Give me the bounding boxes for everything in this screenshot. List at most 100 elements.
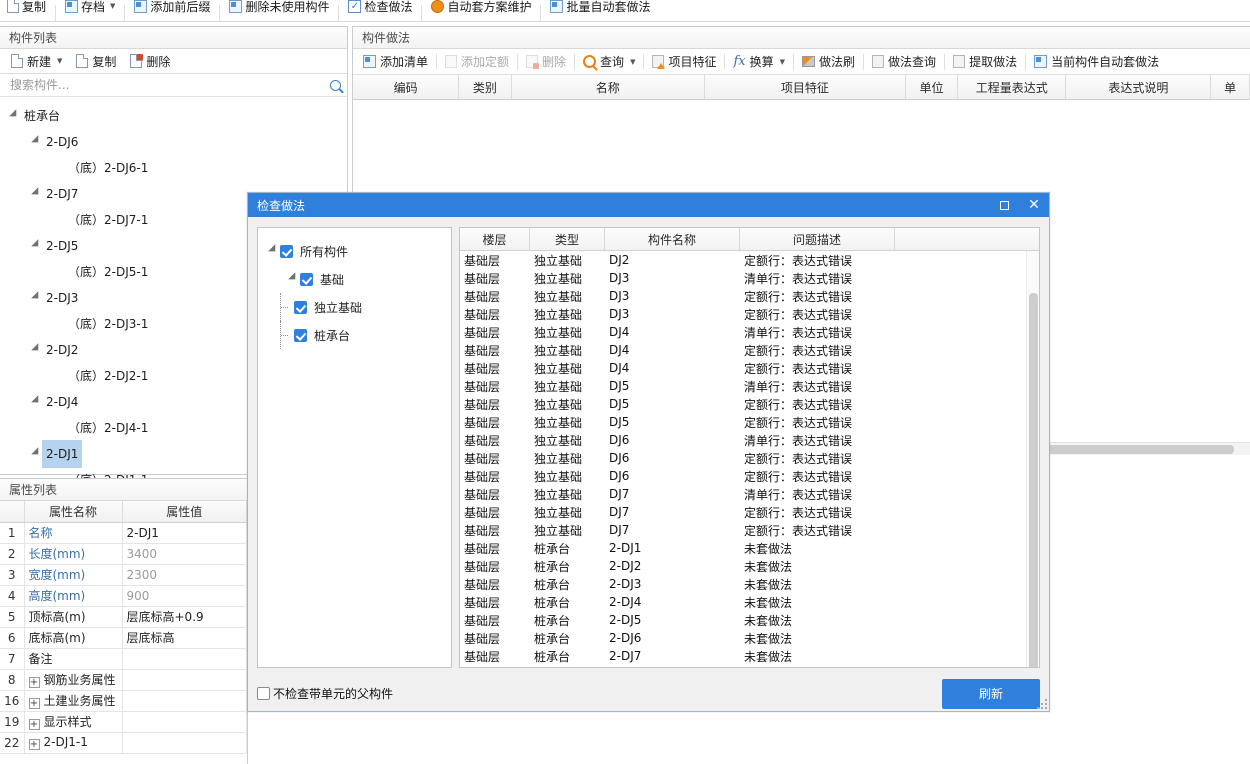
method-column-header[interactable]: 单: [1211, 75, 1250, 99]
property-row[interactable]: 8 + 钢筋业务属性: [0, 669, 247, 691]
method-toolbar-fx-convert-button[interactable]: fx 换算 ▼: [727, 50, 791, 73]
ribbon-button-4[interactable]: ✓ 检查做法: [341, 0, 419, 21]
issue-column-header[interactable]: 楼层: [460, 228, 530, 250]
property-row[interactable]: 1 名称 2-DJ1: [0, 522, 247, 544]
expand-arrow-icon[interactable]: [266, 244, 280, 256]
dialog-tree-item[interactable]: 桩承台: [258, 321, 451, 349]
table-row[interactable]: 基础层 桩承台 2-DJ3 未套做法: [460, 575, 1039, 593]
tree-checkbox[interactable]: [294, 328, 307, 342]
tree-item[interactable]: 桩承台: [0, 103, 347, 129]
chevron-down-icon[interactable]: ▼: [110, 2, 115, 10]
property-row[interactable]: 6 底标高(m) 层底标高: [0, 627, 247, 649]
expand-arrow-icon[interactable]: [8, 109, 20, 121]
dialog-tree-item[interactable]: 独立基础: [258, 293, 451, 321]
ribbon-button-0[interactable]: 复制: [0, 0, 53, 21]
search-icon[interactable]: [330, 79, 341, 91]
property-row[interactable]: 4 高度(mm) 900: [0, 585, 247, 607]
chevron-down-icon[interactable]: ▼: [780, 58, 785, 66]
table-row[interactable]: 基础层 独立基础 DJ5 定额行：表达式错误: [460, 395, 1039, 413]
property-row[interactable]: 5 顶标高(m) 层底标高+0.9: [0, 606, 247, 628]
resize-grip[interactable]: [1037, 699, 1047, 709]
issue-column-header[interactable]: 问题描述: [740, 228, 895, 250]
table-row[interactable]: 基础层 独立基础 DJ7 定额行：表达式错误: [460, 521, 1039, 539]
table-row[interactable]: 基础层 独立基础 DJ4 定额行：表达式错误: [460, 359, 1039, 377]
table-row[interactable]: 基础层 独立基础 DJ3 定额行：表达式错误: [460, 305, 1039, 323]
expand-arrow-icon[interactable]: [30, 239, 42, 251]
chevron-down-icon[interactable]: ▼: [57, 57, 62, 65]
expand-plus-icon[interactable]: +: [28, 739, 40, 750]
skip-parent-checkbox[interactable]: 不检查带单元的父构件: [257, 685, 393, 702]
method-toolbar-query-search-button[interactable]: 查询 ▼: [577, 50, 641, 73]
table-row[interactable]: 基础层 独立基础 DJ3 清单行：表达式错误: [460, 269, 1039, 287]
property-value[interactable]: [122, 711, 247, 733]
table-row[interactable]: 基础层 独立基础 DJ5 定额行：表达式错误: [460, 413, 1039, 431]
table-row[interactable]: 基础层 桩承台 2-DJ7 未套做法: [460, 647, 1039, 665]
table-row[interactable]: 基础层 独立基础 DJ6 定额行：表达式错误: [460, 467, 1039, 485]
method-toolbar-auto-apply-method-button[interactable]: 当前构件自动套做法: [1028, 50, 1165, 73]
table-row[interactable]: 基础层 独立基础 DJ7 清单行：表达式错误: [460, 485, 1039, 503]
expand-arrow-icon[interactable]: [286, 272, 300, 284]
property-value[interactable]: [122, 648, 247, 670]
table-row[interactable]: 基础层 桩承台 2-DJ4 未套做法: [460, 593, 1039, 611]
property-value[interactable]: 2-DJ1: [122, 522, 247, 544]
tree-checkbox[interactable]: [280, 244, 293, 258]
table-row[interactable]: 基础层 独立基础 DJ4 清单行：表达式错误: [460, 323, 1039, 341]
expand-arrow-icon[interactable]: [30, 291, 42, 303]
table-row[interactable]: 基础层 独立基础 DJ4 定额行：表达式错误: [460, 341, 1039, 359]
method-toolbar-project-feature-button[interactable]: 项目特征: [646, 50, 722, 73]
table-row[interactable]: 基础层 独立基础 DJ3 定额行：表达式错误: [460, 287, 1039, 305]
ribbon-button-2[interactable]: 添加前后缀: [127, 0, 217, 21]
method-column-header[interactable]: 表达式说明: [1066, 75, 1212, 99]
table-row[interactable]: 基础层 桩承台 2-DJ6 未套做法: [460, 629, 1039, 647]
ribbon-button-3[interactable]: 删除未使用构件: [222, 0, 336, 21]
ribbon-button-6[interactable]: 批量自动套做法: [543, 0, 657, 21]
property-value[interactable]: [122, 732, 247, 754]
issue-column-header[interactable]: 构件名称: [605, 228, 740, 250]
method-toolbar-method-query-button[interactable]: 做法查询: [866, 50, 942, 73]
component-list-delete-button[interactable]: 删除: [124, 50, 176, 73]
ribbon-button-1[interactable]: 存档 ▼: [58, 0, 122, 21]
tree-item[interactable]: （底）2-DJ6-1: [0, 155, 347, 181]
tree-checkbox[interactable]: [294, 300, 307, 314]
property-value[interactable]: 层底标高+0.9: [122, 606, 247, 628]
property-value[interactable]: [122, 669, 247, 691]
property-value[interactable]: 2300: [122, 564, 247, 586]
component-list-new-button[interactable]: 新建 ▼: [5, 50, 68, 73]
dialog-tree-item[interactable]: 所有构件: [258, 237, 451, 265]
dialog-title-bar[interactable]: 检查做法 ✕: [248, 193, 1049, 217]
expand-arrow-icon[interactable]: [30, 187, 42, 199]
method-column-header[interactable]: 项目特征: [705, 75, 906, 99]
method-column-header[interactable]: 类别: [459, 75, 512, 99]
property-row[interactable]: 2 长度(mm) 3400: [0, 543, 247, 565]
table-row[interactable]: 基础层 独立基础 DJ7 定额行：表达式错误: [460, 503, 1039, 521]
property-value[interactable]: 3400: [122, 543, 247, 565]
table-row[interactable]: 基础层 独立基础 DJ6 定额行：表达式错误: [460, 449, 1039, 467]
expand-plus-icon[interactable]: +: [28, 698, 40, 709]
ribbon-button-5[interactable]: 自动套方案维护: [424, 0, 538, 21]
method-toolbar-extract-method-button[interactable]: 提取做法: [947, 50, 1023, 73]
method-column-header[interactable]: 工程量表达式: [958, 75, 1067, 99]
property-value[interactable]: [122, 690, 247, 712]
expand-plus-icon[interactable]: +: [28, 719, 40, 730]
table-row[interactable]: 基础层 桩承台 2-DJ5 未套做法: [460, 611, 1039, 629]
property-row[interactable]: 16 + 土建业务属性: [0, 690, 247, 712]
expand-arrow-icon[interactable]: [30, 447, 42, 459]
method-toolbar-add-list-button[interactable]: 添加清单: [357, 50, 434, 73]
expand-arrow-icon[interactable]: [30, 343, 42, 355]
method-column-header[interactable]: 单位: [906, 75, 959, 99]
method-column-header[interactable]: 编码: [353, 75, 460, 99]
search-row[interactable]: [0, 74, 347, 97]
expand-plus-icon[interactable]: +: [28, 677, 40, 688]
property-value[interactable]: 层底标高: [122, 627, 247, 649]
issue-column-header[interactable]: 类型: [530, 228, 605, 250]
expand-arrow-icon[interactable]: [30, 135, 42, 147]
checkbox-box[interactable]: [257, 687, 270, 700]
table-row[interactable]: 基础层 独立基础 DJ6 清单行：表达式错误: [460, 431, 1039, 449]
search-input[interactable]: [8, 77, 330, 93]
issue-grid-scrollbar-thumb[interactable]: [1029, 293, 1038, 667]
dialog-tree-item[interactable]: 基础: [258, 265, 451, 293]
close-button[interactable]: ✕: [1019, 193, 1049, 217]
issue-grid-scrollbar[interactable]: [1026, 251, 1039, 667]
property-row[interactable]: 22 +2-DJ1-1: [0, 732, 247, 754]
method-toolbar-method-brush-button[interactable]: 做法刷: [796, 50, 861, 73]
